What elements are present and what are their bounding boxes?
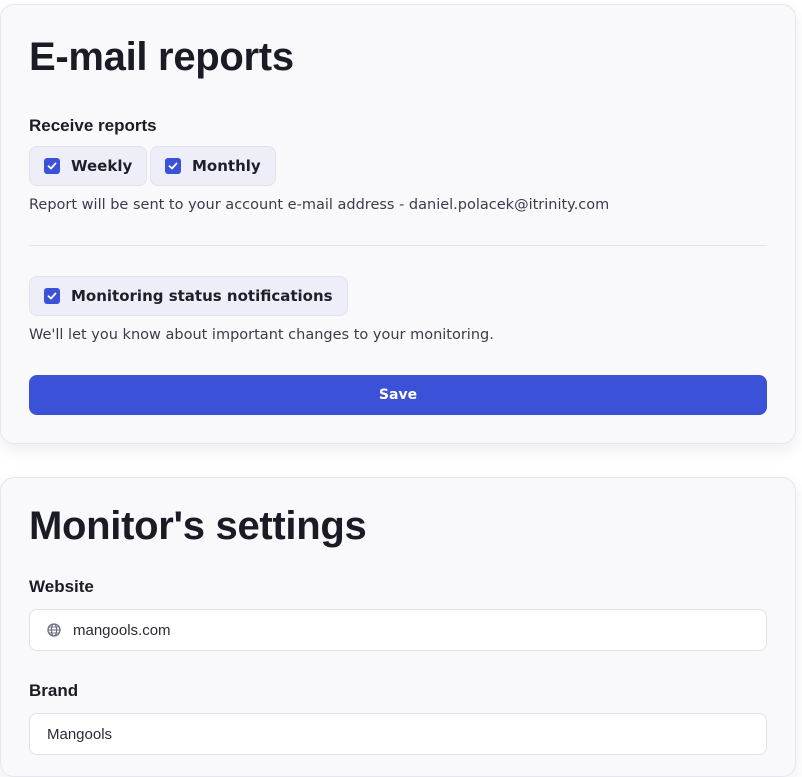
email-reports-card: E-mail reports Receive reports Weekly Mo… <box>0 4 796 444</box>
monitor-settings-title: Monitor's settings <box>29 504 367 548</box>
monitor-settings-card: Monitor's settings Website mangools.com … <box>0 477 796 777</box>
monitoring-note: We'll let you know about important chang… <box>29 327 494 343</box>
checkbox-checked-icon[interactable] <box>44 158 60 174</box>
monitoring-notifications-checkbox[interactable]: Monitoring status notifications <box>29 276 348 316</box>
report-recipient-note: Report will be sent to your account e-ma… <box>29 197 610 213</box>
monthly-checkbox[interactable]: Monthly <box>150 146 276 186</box>
brand-value: Mangools <box>47 725 113 743</box>
checkbox-checked-icon[interactable] <box>44 288 60 304</box>
save-button[interactable]: Save <box>29 375 767 415</box>
email-reports-title: E-mail reports <box>29 35 294 79</box>
checkbox-checked-icon[interactable] <box>165 158 181 174</box>
globe-icon <box>47 623 61 637</box>
weekly-label: Weekly <box>71 157 133 175</box>
receive-reports-label: Receive reports <box>29 116 157 135</box>
brand-input[interactable]: Mangools <box>29 713 767 755</box>
website-label: Website <box>29 577 94 596</box>
brand-label: Brand <box>29 681 79 700</box>
monthly-label: Monthly <box>192 157 261 175</box>
section-divider <box>29 245 767 246</box>
weekly-checkbox[interactable]: Weekly <box>29 146 148 186</box>
website-input[interactable]: mangools.com <box>29 609 767 651</box>
website-value: mangools.com <box>73 621 171 639</box>
monitoring-notifications-label: Monitoring status notifications <box>71 287 333 305</box>
